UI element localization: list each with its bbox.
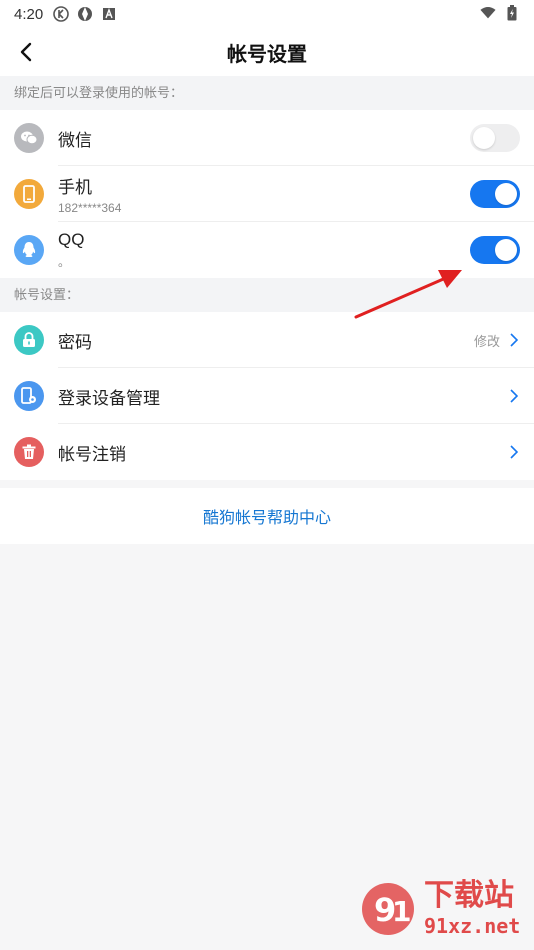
account-row-cancel[interactable]: 帐号注销 — [0, 424, 534, 480]
password-edit-text: 修改 — [473, 333, 500, 349]
chevron-left-icon — [20, 42, 32, 62]
watermark-brand: 下载站 — [424, 878, 514, 913]
back-button[interactable] — [12, 38, 40, 66]
bind-row-qq: QQ 。 — [0, 222, 534, 278]
account-group: 密码 修改 登录设备管理 帐号注销 — [0, 312, 534, 480]
nav-bar: 帐号设置 — [0, 28, 534, 76]
battery-icon — [504, 5, 520, 21]
bind-section-label: 绑定后可以登录使用的帐号： — [0, 76, 534, 110]
bind-label-phone: 手机 — [58, 178, 92, 197]
chevron-right-icon — [510, 333, 518, 347]
a-app-icon — [101, 6, 117, 22]
aperture-icon — [77, 6, 93, 22]
cancel-account-label: 帐号注销 — [58, 444, 126, 464]
chevron-right-icon — [510, 389, 518, 403]
account-row-password[interactable]: 密码 修改 — [0, 312, 534, 368]
watermark: 9 1 下载站 91xz.net — [358, 873, 528, 948]
bind-label-qq: QQ — [58, 230, 85, 249]
qq-toggle[interactable] — [470, 236, 520, 264]
bind-label-wechat: 微信 — [58, 130, 92, 150]
qq-account: 。 — [58, 255, 71, 269]
wechat-icon — [14, 123, 44, 153]
status-bar: 4:20 — [0, 0, 534, 28]
phone-number: 182*****364 — [58, 201, 122, 215]
help-center-link[interactable]: 酷狗帐号帮助中心 — [0, 488, 534, 544]
account-row-devices[interactable]: 登录设备管理 — [0, 368, 534, 424]
watermark-site: 91xz.net — [424, 914, 520, 938]
chevron-right-icon — [510, 445, 518, 459]
phone-icon — [14, 179, 44, 209]
password-label: 密码 — [58, 332, 92, 352]
bind-row-wechat: 微信 — [0, 110, 534, 166]
page-title: 帐号设置 — [227, 43, 307, 66]
devices-label: 登录设备管理 — [58, 388, 160, 408]
status-time: 4:20 — [14, 5, 44, 23]
svg-text:1: 1 — [392, 895, 411, 928]
bind-group: 微信 手机 182*****364 QQ 。 — [0, 110, 534, 278]
wifi-icon — [480, 5, 496, 21]
bind-row-phone: 手机 182*****364 — [0, 166, 534, 222]
trash-icon — [14, 437, 44, 467]
phone-toggle[interactable] — [470, 180, 520, 208]
account-section-label: 帐号设置： — [0, 278, 534, 312]
k-app-icon — [53, 6, 70, 22]
device-manage-icon — [14, 381, 44, 411]
qq-icon — [14, 235, 44, 265]
lock-icon — [14, 325, 44, 355]
wechat-toggle[interactable] — [470, 124, 520, 152]
